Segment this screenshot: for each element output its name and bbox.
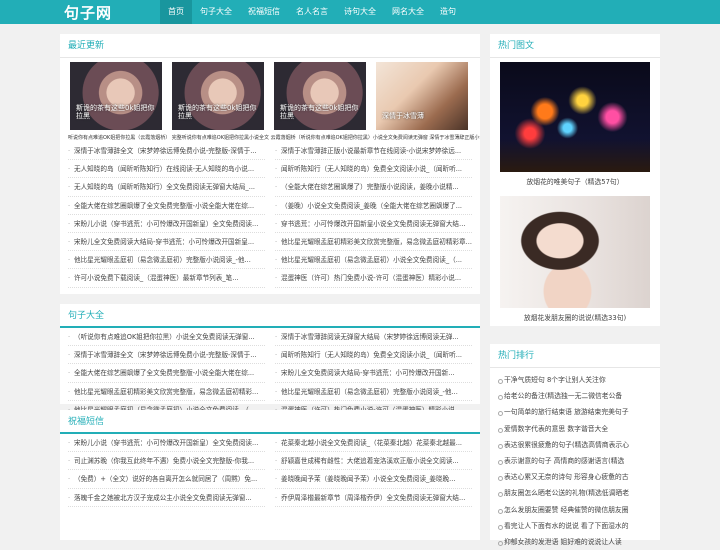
main-nav: 首页 句子大全 祝福短信 名人名言 诗句大全 网名大全 造句 — [160, 0, 464, 24]
list-item[interactable]: 司止渊苏晚（你我互此终年不遇）免费小说全文完整版-你我... — [68, 452, 265, 471]
rank-item[interactable]: 表达很累很疲惫的句子(精选高情商表示心 — [496, 437, 654, 453]
list-item[interactable]: 深情于冰雪薄辞正版小说最新章节在线阅读-小说宋梦婷徐远... — [275, 142, 472, 161]
zhufu-list: 宋盼儿小说（穿书逃荒：小可怜爆改开国新皇）全文免费阅读... 花菜秦北越小说全文… — [60, 434, 480, 507]
list-item[interactable]: 乔伊周泽楷最新章节（周泽楷乔伊）全文免费阅读无弹窗大结... — [275, 489, 472, 507]
list-item[interactable]: 全能大佬在综艺圈飒爆了全文免费完整版-小说全能大佬在综... — [68, 197, 265, 215]
list-item[interactable]: 他比星光耀眼孟庭初精彩美文欣赏完整版，易念微孟庭初精彩章... — [275, 233, 472, 252]
list-item[interactable]: 无人知晓的岛（闻昕听陈知行）全文免费阅读无弹窗大结局_... — [68, 178, 265, 197]
thumbnail-watermark: 斯诡的茶有这些0k姐把你拉黑 — [178, 104, 257, 120]
rank-item[interactable]: 给老公的备注(精选独一无二微信老公备 — [496, 388, 654, 404]
list-item[interactable]: 舒颖嘉世成稀有雌性：大佬追着宠洛溪欢正版小说全文阅读... — [275, 452, 472, 471]
list-item[interactable]: （姜晚）小说全文免费阅读_姜晚（全能大佬在综艺圈飒爆了... — [275, 197, 472, 215]
thumbnail-image[interactable]: 斯诡的茶有这些0k姐把你拉黑 — [70, 62, 162, 130]
hot-pics-panel: 热门图文 放烟花的唯美句子（精选57句） 放烟花发朋友圈的说说(精选33句) — [490, 34, 660, 326]
list-item[interactable]: （听说你有点难追OK姐把你拉黑）小说全文免费阅读无弹窗... — [68, 328, 265, 347]
nav-mingyan[interactable]: 名人名言 — [288, 0, 336, 24]
hot-pic-caption[interactable]: 放烟花的唯美句子（精选57句） — [500, 176, 650, 186]
rank-item[interactable]: 看完让人下面有水的说说 看了下面湿水的 — [496, 518, 654, 534]
rank-item[interactable]: 朋友圈怎么晒老公送的礼物(精选低调晒老 — [496, 485, 654, 501]
site-logo[interactable]: 句子网 — [64, 2, 160, 23]
list-item[interactable]: 深情于冰雪薄辞全文（宋梦婷徐远博免费小说-完整版-深情于... — [68, 142, 265, 161]
list-item[interactable]: 许可小说免费下载阅读_（混蛋神医）最新章节列表_笔... — [68, 269, 265, 288]
thumbnail-captions[interactable]: 听说你有点难追OK姐把你拉黑（云霞落烟桥） 完整听说你有点难追OK姐把你拉黑小说… — [60, 130, 480, 142]
latest-list: 深情于冰雪薄辞全文（宋梦婷徐远博免费小说-完整版-深情于... 深情于冰雪薄辞正… — [60, 142, 480, 288]
nav-home[interactable]: 首页 — [160, 0, 192, 24]
list-item[interactable]: 深情于冰雪薄辞阅读无弹窗大结局（宋梦婷徐远博阅读无弹... — [275, 328, 472, 347]
nav-zhufu[interactable]: 祝福短信 — [240, 0, 288, 24]
rank-item[interactable]: 干净气质短句 8个字让别人关注你 — [496, 372, 654, 388]
list-item[interactable]: 无人知晓的岛（闻昕听陈知行）在线阅读-无人知晓的岛小说... — [68, 160, 265, 179]
list-item[interactable]: 他比星光耀眼孟庭初（易念微孟庭初）完整版小说阅读_-他... — [68, 251, 265, 270]
list-item[interactable]: 混蛋神医（许可）热门免费小说-许可（混蛋神医）精彩小说... — [275, 269, 472, 288]
rank-item[interactable]: 一句简单的旅行结束语 旅游结束完美句子 — [496, 404, 654, 420]
list-item[interactable]: （免费）+（全文）说好的各自离开怎么就同居了（周黙）免... — [68, 470, 265, 489]
zhufu-panel: 祝福短信 宋盼儿小说（穿书逃荒：小可怜爆改开国新皇）全文免费阅读... 花菜秦北… — [60, 410, 480, 540]
juzi-list: （听说你有点难追OK姐把你拉黑）小说全文免费阅读无弹窗... 深情于冰雪薄辞阅读… — [60, 328, 480, 419]
list-item[interactable]: 深情于冰雪薄辞全文（宋梦婷徐远博免费小说-完整版-深情于... — [68, 346, 265, 365]
top-navigation-bar: 句子网 首页 句子大全 祝福短信 名人名言 诗句大全 网名大全 造句 — [0, 0, 720, 24]
thumbnail-watermark: 斯诡的茶有这些0k姐把你拉黑 — [280, 104, 359, 120]
latest-thumbnails: 斯诡的茶有这些0k姐把你拉黑 斯诡的茶有这些0k姐把你拉黑 斯诡的茶有这些0k姐… — [60, 58, 480, 130]
thumbnail-image[interactable]: 斯诡的茶有这些0k姐把你拉黑 — [172, 62, 264, 130]
rank-item[interactable]: 表示谢意的句子 高情商的感谢语言(精选 — [496, 453, 654, 469]
hot-rank-panel: 热门排行 干净气质短句 8个字让别人关注你 给老公的备注(精选独一无二微信老公备… — [490, 344, 660, 547]
nav-zaoju[interactable]: 造句 — [432, 0, 464, 24]
list-item[interactable]: 闻昕听陈知行（无人知晓的岛）免费全文阅读小说_（闻昕听... — [275, 160, 472, 179]
list-item[interactable]: 全能大佬在综艺圈飒爆了全文免费完整版-小说全能大佬在综... — [68, 364, 265, 383]
list-item[interactable]: 闻昕听陈知行（无人知晓的岛）免费全文阅读小说_（闻昕听... — [275, 346, 472, 365]
rank-item[interactable]: 抑郁女孩的发泄语 姐好难的说说让人读 — [496, 534, 654, 550]
list-item[interactable]: 他比星光耀眼孟庭初（易念微孟庭初）小说全文免费阅读_（... — [275, 251, 472, 270]
hot-pic-caption[interactable]: 放烟花发朋友圈的说说(精选33句) — [500, 312, 650, 322]
latest-updates-panel: 最近更新 斯诡的茶有这些0k姐把你拉黑 斯诡的茶有这些0k姐把你拉黑 斯诡的茶有… — [60, 34, 480, 294]
rank-item[interactable]: 怎么发朋友圈要赞 经典催赞的微信朋友圈 — [496, 502, 654, 518]
thumbnail-image[interactable]: 深情于冰雪薄 — [376, 62, 468, 130]
list-item[interactable]: 穿书逃荒：小可怜爆改开国新皇小说全文免费阅读无弹窗大结局_... — [275, 215, 472, 233]
juzi-title[interactable]: 句子大全 — [60, 304, 480, 328]
thumbnail-watermark: 斯诡的茶有这些0k姐把你拉黑 — [76, 104, 155, 120]
fireworks-image[interactable] — [500, 62, 650, 172]
list-item[interactable]: 宋盼儿全文免费阅读大结局-穿书逃荒：小可怜爆改开国新皇... — [68, 233, 265, 252]
list-item[interactable]: 宋盼儿小说（穿书逃荒：小可怜爆改开国新皇）全文免费阅读... — [68, 434, 265, 453]
list-item[interactable]: 落魄千金之她被北方汉子宠成公主小说全文免费阅读无弹窗... — [68, 489, 265, 507]
latest-title: 最近更新 — [60, 34, 480, 58]
thumbnail-watermark: 深情于冰雪薄 — [382, 112, 424, 120]
thumbnail-image[interactable]: 斯诡的茶有这些0k姐把你拉黑 — [274, 62, 366, 130]
rank-item[interactable]: 表达心累又无奈的诗句 形容身心疲惫的古 — [496, 469, 654, 485]
list-item[interactable]: 他比星光耀眼孟庭初（易念微孟庭初）完整版小说阅读_-他... — [275, 383, 472, 401]
list-item[interactable]: 花菜秦北越小说全文免费阅读_（花菜秦北越）花菜秦北越最... — [275, 434, 472, 453]
list-item[interactable]: （全能大佬在综艺圈飒爆了）完整版小说阅读，姜晚小说精... — [275, 178, 472, 197]
hot-rank-list: 干净气质短句 8个字让别人关注你 给老公的备注(精选独一无二微信老公备 一句简单… — [490, 368, 660, 550]
hot-rank-title: 热门排行 — [490, 344, 660, 368]
nav-shiju[interactable]: 诗句大全 — [336, 0, 384, 24]
hot-pics-title: 热门图文 — [490, 34, 660, 58]
nav-juzi[interactable]: 句子大全 — [192, 0, 240, 24]
list-item[interactable]: 宋盼儿全文免费阅读大结局-穿书逃荒：小可怜爆改开国新... — [275, 364, 472, 383]
zhufu-title[interactable]: 祝福短信 — [60, 410, 480, 434]
portrait-image[interactable] — [500, 196, 650, 308]
nav-wangming[interactable]: 网名大全 — [384, 0, 432, 24]
list-item[interactable]: 他比星光耀眼孟庭初精彩美文欣赏完整版，易念微孟庭初精彩... — [68, 383, 265, 401]
juzi-panel: 句子大全 （听说你有点难追OK姐把你拉黑）小说全文免费阅读无弹窗... 深情于冰… — [60, 304, 480, 419]
rank-item[interactable]: 爱情数字代表的意思 数字谐音大全 — [496, 421, 654, 437]
list-item[interactable]: 宋盼儿小说（穿书逃荒：小可怜爆改开国新皇）全文免费阅读... — [68, 215, 265, 233]
list-item[interactable]: 姜晓晚闻予茉（姜晓晚闻予茉）小说全文免费阅读_姜晓晚... — [275, 470, 472, 489]
